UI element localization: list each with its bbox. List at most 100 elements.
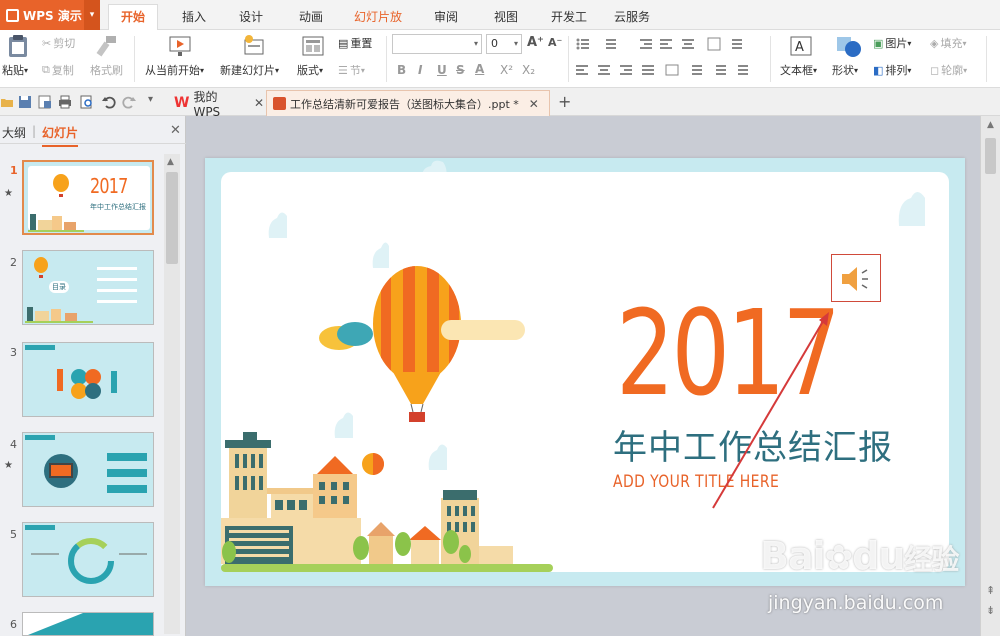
scroll-up-icon[interactable]: ▲ [167, 157, 174, 167]
cut-button[interactable]: ✂ 剪切 [42, 35, 75, 51]
arrange-button[interactable]: ◧ 排列 ▾ [873, 62, 911, 78]
layout-icon[interactable] [302, 36, 324, 56]
chevron-down-icon: ▾ [513, 39, 518, 48]
tab-view[interactable]: 视图 [486, 6, 526, 30]
annotation-arrow [712, 312, 829, 509]
close-icon[interactable]: ✕ [529, 97, 539, 111]
paste-icon[interactable] [7, 34, 29, 58]
slides-tab[interactable]: 幻灯片 [42, 124, 79, 147]
current-slide[interactable]: 2017 年中工作总结汇报 ADD YOUR TITLE HERE [205, 158, 965, 586]
picture-label: 图片 [885, 37, 908, 50]
close-icon[interactable]: ✕ [254, 96, 264, 110]
scrollbar-thumb[interactable] [985, 138, 996, 174]
customize-toolbar-icon[interactable]: ▾ [148, 94, 153, 105]
cloud-decoration [268, 212, 287, 238]
format-painter-icon[interactable] [96, 34, 120, 58]
print-preview-icon[interactable] [80, 95, 94, 109]
canvas-vertical-scrollbar[interactable]: ▲ ⇞ ⇟ [980, 116, 1000, 636]
tab-animation[interactable]: 动画 [288, 6, 334, 30]
play-from-current-button[interactable]: 从当前开始 ▾ [145, 62, 204, 78]
slide-number: 4 [10, 438, 17, 451]
save-icon[interactable] [18, 95, 32, 109]
outline-tab[interactable]: 大纲 [2, 124, 26, 141]
reset-button[interactable]: ▤ 重置 [338, 35, 372, 51]
cloud-bar-illustration [441, 320, 525, 340]
tab-insert[interactable]: 插入 [170, 6, 218, 30]
copy-icon: ⧉ [42, 63, 50, 76]
paragraph-tools-row1[interactable] [574, 36, 764, 52]
new-slide-icon[interactable] [242, 34, 266, 58]
ribbon-divider [986, 36, 987, 82]
italic-button[interactable]: I [418, 63, 422, 77]
bold-button[interactable]: B [397, 63, 406, 77]
tab-cloud-service[interactable]: 云服务 [606, 6, 658, 30]
format-painter-button[interactable]: 格式刷 [90, 62, 123, 78]
scrollbar-thumb[interactable] [166, 172, 178, 264]
shape-button[interactable]: 形状 ▾ [832, 62, 858, 78]
next-slide-icon[interactable]: ⇟ [986, 604, 995, 617]
superscript-button[interactable]: X² [500, 63, 513, 77]
baidu-jingyan-watermark: Bai✿du经验 jingyan.baidu.com [760, 524, 960, 634]
ribbon-divider [770, 36, 771, 82]
slide-number: 1 [10, 164, 18, 177]
underline-button[interactable]: U [437, 63, 447, 77]
paragraph-tools-row2[interactable] [574, 62, 764, 78]
tab-separator: | [32, 124, 37, 138]
slide-thumbnail-5[interactable] [22, 522, 154, 597]
tab-review[interactable]: 审阅 [426, 6, 466, 30]
previous-slide-icon[interactable]: ⇞ [986, 584, 995, 597]
slide-thumbnail-2[interactable]: 目录 [22, 250, 154, 325]
strikethrough-button[interactable]: S [456, 63, 465, 77]
redo-icon[interactable] [122, 95, 136, 109]
arrange-icon: ◧ [873, 63, 884, 77]
print-icon[interactable] [58, 95, 72, 109]
font-name-select[interactable]: ▾ [392, 34, 482, 54]
text-box-icon[interactable]: A [790, 36, 812, 56]
slide-thumbnail-6[interactable] [22, 612, 154, 636]
grow-font-button[interactable]: A⁺ [527, 35, 544, 50]
animation-star-icon: ★ [4, 188, 13, 199]
app-menu-dropdown-icon[interactable]: ▾ [84, 0, 100, 30]
tab-home[interactable]: 开始 [108, 4, 158, 31]
fill-button[interactable]: ◈ 填充 ▾ [930, 35, 966, 51]
save-as-icon[interactable] [38, 95, 52, 109]
tab-developer[interactable]: 开发工具 [538, 6, 600, 46]
close-pane-icon[interactable]: ✕ [170, 123, 181, 138]
slide-thumbnail-1[interactable]: 2017 年中工作总结汇报 [22, 160, 154, 235]
font-size-select[interactable]: 0 ▾ [486, 34, 522, 54]
doc-tab-my-wps[interactable]: W 我的WPS ✕ [168, 90, 264, 119]
font-size-value: 0 [491, 37, 498, 50]
slide-thumbnail-4[interactable] [22, 432, 154, 507]
play-from-current-icon[interactable] [168, 34, 192, 58]
tab-design[interactable]: 设计 [228, 6, 274, 30]
doc-tab-presentation[interactable]: 工作总结清新可爱报告（送图标大集合）.ppt * ✕ [266, 90, 550, 116]
section-button[interactable]: ☰ 节 ▾ [338, 62, 365, 78]
copy-button[interactable]: ⧉ 复制 [42, 62, 74, 78]
outline-label: 轮廓 [941, 64, 964, 77]
layout-button[interactable]: 版式 ▾ [297, 62, 323, 78]
text-box-button[interactable]: 文本框 ▾ [780, 62, 817, 78]
app-menu-button[interactable]: WPS 演示 ▾ [0, 0, 100, 30]
slide-thumbnail-3[interactable] [22, 342, 154, 417]
picture-button[interactable]: ▣ 图片 ▾ [873, 35, 911, 51]
slide-number: 2 [10, 256, 17, 269]
paste-button[interactable]: 粘贴 ▾ [2, 62, 28, 78]
audio-object[interactable] [831, 254, 881, 302]
subscript-button[interactable]: X₂ [522, 63, 535, 77]
wps-logo-icon [6, 8, 19, 22]
open-folder-icon[interactable] [0, 95, 14, 109]
new-tab-icon[interactable]: + [558, 92, 571, 111]
font-color-button[interactable]: A [475, 62, 484, 76]
new-slide-button[interactable]: 新建幻灯片 ▾ [220, 62, 279, 78]
shrink-font-button[interactable]: A⁻ [548, 36, 562, 49]
shape-icon[interactable] [836, 34, 862, 58]
thumbnail-scrollbar[interactable]: ▲ [164, 154, 180, 634]
document-tab-bar: ▾ W 我的WPS ✕ 工作总结清新可爱报告（送图标大集合）.ppt * ✕ + [0, 88, 1000, 119]
format-painter-label: 格式刷 [90, 64, 123, 77]
undo-icon[interactable] [102, 95, 116, 109]
reset-label: 重置 [350, 37, 373, 50]
wps-w-logo-icon: W [174, 95, 190, 111]
outline-button[interactable]: ◻ 轮廓 ▾ [930, 62, 967, 78]
scroll-up-icon[interactable]: ▲ [987, 120, 994, 130]
tab-slideshow[interactable]: 幻灯片放映 [342, 6, 414, 46]
